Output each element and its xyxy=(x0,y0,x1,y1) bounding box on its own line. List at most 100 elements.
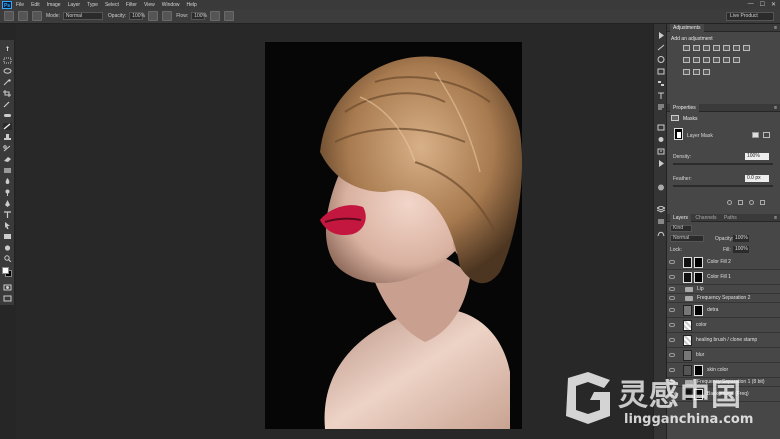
menu-window[interactable]: Window xyxy=(162,2,180,8)
layer-mask-thumbnail[interactable] xyxy=(694,304,703,316)
crop-tool-icon[interactable] xyxy=(3,90,12,97)
channel-mixer-icon[interactable] xyxy=(703,57,710,63)
airbrush-icon[interactable] xyxy=(162,11,173,21)
eraser-tool-icon[interactable] xyxy=(3,156,12,163)
document-canvas[interactable] xyxy=(265,42,522,429)
vector-mask-icon[interactable] xyxy=(763,132,770,138)
density-slider[interactable] xyxy=(673,163,773,165)
visibility-eye-icon[interactable] xyxy=(669,287,675,291)
layer-row[interactable]: Color Fill 1 xyxy=(667,270,780,285)
layer-row[interactable]: blur xyxy=(667,348,780,363)
brush-tool-icon[interactable] xyxy=(3,123,12,130)
blur-tool-icon[interactable] xyxy=(3,178,12,185)
menu-type[interactable]: Type xyxy=(87,2,98,8)
layer-row[interactable]: detra xyxy=(667,303,780,318)
screen-mode-icon[interactable] xyxy=(3,295,12,302)
paths-icon[interactable] xyxy=(657,230,665,237)
menu-edit[interactable]: Edit xyxy=(31,2,40,8)
character-icon[interactable] xyxy=(657,92,665,99)
pixel-mask-icon[interactable] xyxy=(752,132,759,138)
disable-mask-icon[interactable] xyxy=(749,200,754,205)
fill-input[interactable]: 100% xyxy=(733,246,749,253)
path-select-tool-icon[interactable] xyxy=(3,222,12,229)
black-white-icon[interactable] xyxy=(683,57,690,63)
eyedropper-tool-icon[interactable] xyxy=(3,101,12,108)
visibility-eye-icon[interactable] xyxy=(669,308,675,312)
visibility-eye-icon[interactable] xyxy=(669,296,675,300)
menu-help[interactable]: Help xyxy=(187,2,197,8)
load-selection-icon[interactable] xyxy=(727,200,732,205)
layers-icon[interactable] xyxy=(655,205,667,213)
history-icon[interactable] xyxy=(657,68,665,75)
brush-panel-icon[interactable] xyxy=(32,11,42,21)
menu-filter[interactable]: Filter xyxy=(126,2,137,8)
panel-menu-icon[interactable]: ≡ xyxy=(774,214,777,222)
layer-row[interactable]: color xyxy=(667,318,780,333)
type-tool-icon[interactable] xyxy=(3,211,12,218)
threshold-icon[interactable] xyxy=(683,69,690,75)
tab-layers[interactable]: Layers xyxy=(670,214,692,222)
pen-tool-icon[interactable] xyxy=(3,200,12,207)
play-icon[interactable] xyxy=(657,32,665,39)
airbrush-toggle-icon[interactable] xyxy=(210,11,221,21)
foreground-color-swatch[interactable] xyxy=(2,267,9,274)
layer-comps-icon[interactable] xyxy=(657,124,665,131)
vibrance-icon[interactable] xyxy=(723,45,730,51)
visibility-eye-icon[interactable] xyxy=(669,353,675,357)
posterize-icon[interactable] xyxy=(733,57,740,63)
dodge-tool-icon[interactable] xyxy=(3,189,12,196)
brush-preset-icon[interactable] xyxy=(657,44,665,51)
shape-tool-icon[interactable] xyxy=(3,233,12,240)
layer-group-row[interactable]: Frequency Separation 2 xyxy=(667,294,780,303)
color-icon[interactable] xyxy=(657,184,665,191)
selective-color-icon[interactable] xyxy=(703,69,710,75)
pressure-size-icon[interactable] xyxy=(224,11,235,21)
brush-size-icon[interactable] xyxy=(18,11,28,21)
panel-menu-icon[interactable]: ≡ xyxy=(774,104,777,112)
brightness-contrast-icon[interactable] xyxy=(683,45,690,51)
layer-filter-kind[interactable]: Kind xyxy=(670,225,692,232)
visibility-eye-icon[interactable] xyxy=(669,338,675,342)
feather-slider[interactable] xyxy=(673,185,773,187)
menu-view[interactable]: View xyxy=(144,2,155,8)
hue-saturation-icon[interactable] xyxy=(733,45,740,51)
blend-mode-select[interactable]: Normal xyxy=(670,235,704,242)
opacity-input[interactable]: 100% xyxy=(129,12,145,20)
exposure-icon[interactable] xyxy=(713,45,720,51)
layer-mask-thumbnail[interactable] xyxy=(674,128,683,140)
curves-icon[interactable] xyxy=(703,45,710,51)
pressure-opacity-icon[interactable] xyxy=(148,11,159,21)
healing-brush-tool-icon[interactable] xyxy=(3,112,12,119)
invert-icon[interactable] xyxy=(723,57,730,63)
apply-mask-icon[interactable] xyxy=(738,200,743,205)
hand-tool-icon[interactable] xyxy=(3,244,12,251)
tab-paths[interactable]: Paths xyxy=(721,214,740,222)
history-brush-tool-icon[interactable] xyxy=(3,145,12,152)
channels-icon[interactable] xyxy=(657,218,665,225)
swatches-icon[interactable] xyxy=(657,80,665,87)
paragraph-icon[interactable] xyxy=(657,104,665,111)
menu-select[interactable]: Select xyxy=(105,2,119,8)
actions-icon[interactable] xyxy=(657,160,665,167)
menu-file[interactable]: File xyxy=(16,2,24,8)
quick-select-tool-icon[interactable] xyxy=(3,79,12,86)
tab-channels[interactable]: Channels xyxy=(692,214,719,222)
panel-menu-icon[interactable]: ≡ xyxy=(774,24,777,32)
layer-opacity-input[interactable]: 100% xyxy=(733,235,749,242)
gradient-map-icon[interactable] xyxy=(693,69,700,75)
zoom-tool-icon[interactable] xyxy=(3,255,12,263)
flow-input[interactable]: 100% xyxy=(191,12,207,20)
minimize-button[interactable]: — xyxy=(748,1,754,8)
close-button[interactable]: ✕ xyxy=(771,1,776,8)
navigator-icon[interactable] xyxy=(657,136,665,143)
menu-layer[interactable]: Layer xyxy=(68,2,81,8)
feather-input[interactable]: 0.0 px xyxy=(745,175,769,182)
gradient-tool-icon[interactable] xyxy=(3,167,12,174)
layer-mask-thumbnail[interactable] xyxy=(694,271,703,283)
lasso-tool-icon[interactable] xyxy=(3,68,12,75)
color-balance-icon[interactable] xyxy=(743,45,750,51)
workspace-select[interactable]: Live Product xyxy=(726,12,774,21)
move-tool-icon[interactable] xyxy=(3,46,12,53)
marquee-tool-icon[interactable] xyxy=(3,57,12,64)
visibility-eye-icon[interactable] xyxy=(669,275,675,279)
